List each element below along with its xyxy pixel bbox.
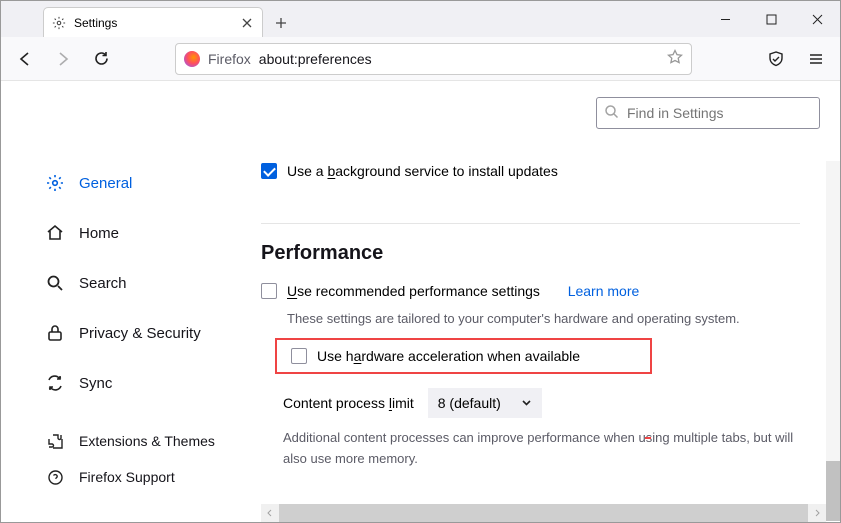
scroll-left-arrow[interactable] [261,504,279,522]
sidebar-item-label: Privacy & Security [79,325,201,342]
minimize-button[interactable] [702,1,748,37]
sidebar-item-label: Sync [79,375,112,392]
horizontal-scrollbar[interactable] [261,504,826,522]
setting-label: Use a background service to install upda… [287,163,558,179]
section-separator [261,223,800,224]
sidebar-item-search[interactable]: Search [45,261,261,305]
sidebar-item-label: Firefox Support [79,469,175,485]
search-icon [45,273,65,293]
setting-label: Use recommended performance settings [287,283,540,299]
sidebar-item-label: Home [79,225,119,242]
help-icon [45,467,65,487]
content-process-limit-select[interactable]: 8 (default) [428,388,542,418]
setting-label: Use hardware acceleration when available [317,348,580,364]
sidebar-item-home[interactable]: Home [45,211,261,255]
close-tab-icon[interactable] [240,16,254,30]
sidebar-item-sync[interactable]: Sync [45,361,261,405]
home-icon [45,223,65,243]
sidebar-item-label: Extensions & Themes [79,433,215,449]
highlighted-setting: Use hardware acceleration when available [275,338,652,374]
app-menu-button[interactable] [802,45,830,73]
setting-background-service: Use a background service to install upda… [261,163,820,179]
close-window-button[interactable] [794,1,840,37]
browser-tab[interactable]: Settings [43,7,263,37]
url-text: about:preferences [259,51,659,67]
checkbox-background-service[interactable] [261,163,277,179]
lock-icon [45,323,65,343]
setting-recommended-performance: Use recommended performance settings Lea… [261,283,820,299]
tab-title: Settings [74,16,232,30]
window-controls [702,1,840,37]
settings-sidebar: General Home Search Privacy & Security S… [1,81,261,506]
content-process-desc: Additional content processes can improve… [283,428,820,470]
vertical-scrollbar[interactable] [826,161,840,506]
gear-icon [45,173,65,193]
recommended-desc: These settings are tailored to your comp… [287,311,820,326]
gear-icon [52,16,66,30]
search-icon [604,104,619,124]
checkbox-hardware-acceleration[interactable] [291,348,307,364]
sidebar-item-label: Search [79,275,127,292]
setting-content-process-limit: Content process limit 8 (default) [283,388,820,418]
setting-hardware-acceleration: Use hardware acceleration when available [291,348,580,364]
learn-more-link[interactable]: Learn more [568,283,640,299]
forward-button[interactable] [49,45,77,73]
setting-label: Content process limit [283,395,414,411]
protections-button[interactable] [762,45,790,73]
checkbox-recommended-performance[interactable] [261,283,277,299]
identity-label: Firefox [208,51,251,67]
sidebar-item-support[interactable]: Firefox Support [45,460,215,494]
sync-icon [45,373,65,393]
select-value: 8 (default) [438,395,501,411]
url-bar[interactable]: Firefox about:preferences [175,43,692,75]
sidebar-item-label: General [79,175,132,192]
annotation-mark [645,437,651,439]
reload-button[interactable] [87,45,115,73]
vertical-scrollbar-thumb[interactable] [826,461,840,521]
puzzle-icon [45,431,65,451]
chevron-down-icon [521,395,532,411]
firefox-logo-icon [184,51,200,67]
maximize-button[interactable] [748,1,794,37]
sidebar-item-extensions[interactable]: Extensions & Themes [45,424,215,458]
scroll-right-arrow[interactable] [808,504,826,522]
settings-main: Use a background service to install upda… [261,81,840,506]
sidebar-item-privacy[interactable]: Privacy & Security [45,311,261,355]
section-title-performance: Performance [261,242,820,265]
nav-toolbar: Firefox about:preferences [1,37,840,81]
title-bar: Settings [1,1,840,37]
back-button[interactable] [11,45,39,73]
new-tab-button[interactable] [267,9,295,37]
horizontal-scrollbar-thumb[interactable] [279,504,808,522]
settings-search-input[interactable] [596,97,820,129]
sidebar-item-general[interactable]: General [45,161,261,205]
content-area: General Home Search Privacy & Security S… [1,81,840,506]
bookmark-star-icon[interactable] [667,49,683,68]
